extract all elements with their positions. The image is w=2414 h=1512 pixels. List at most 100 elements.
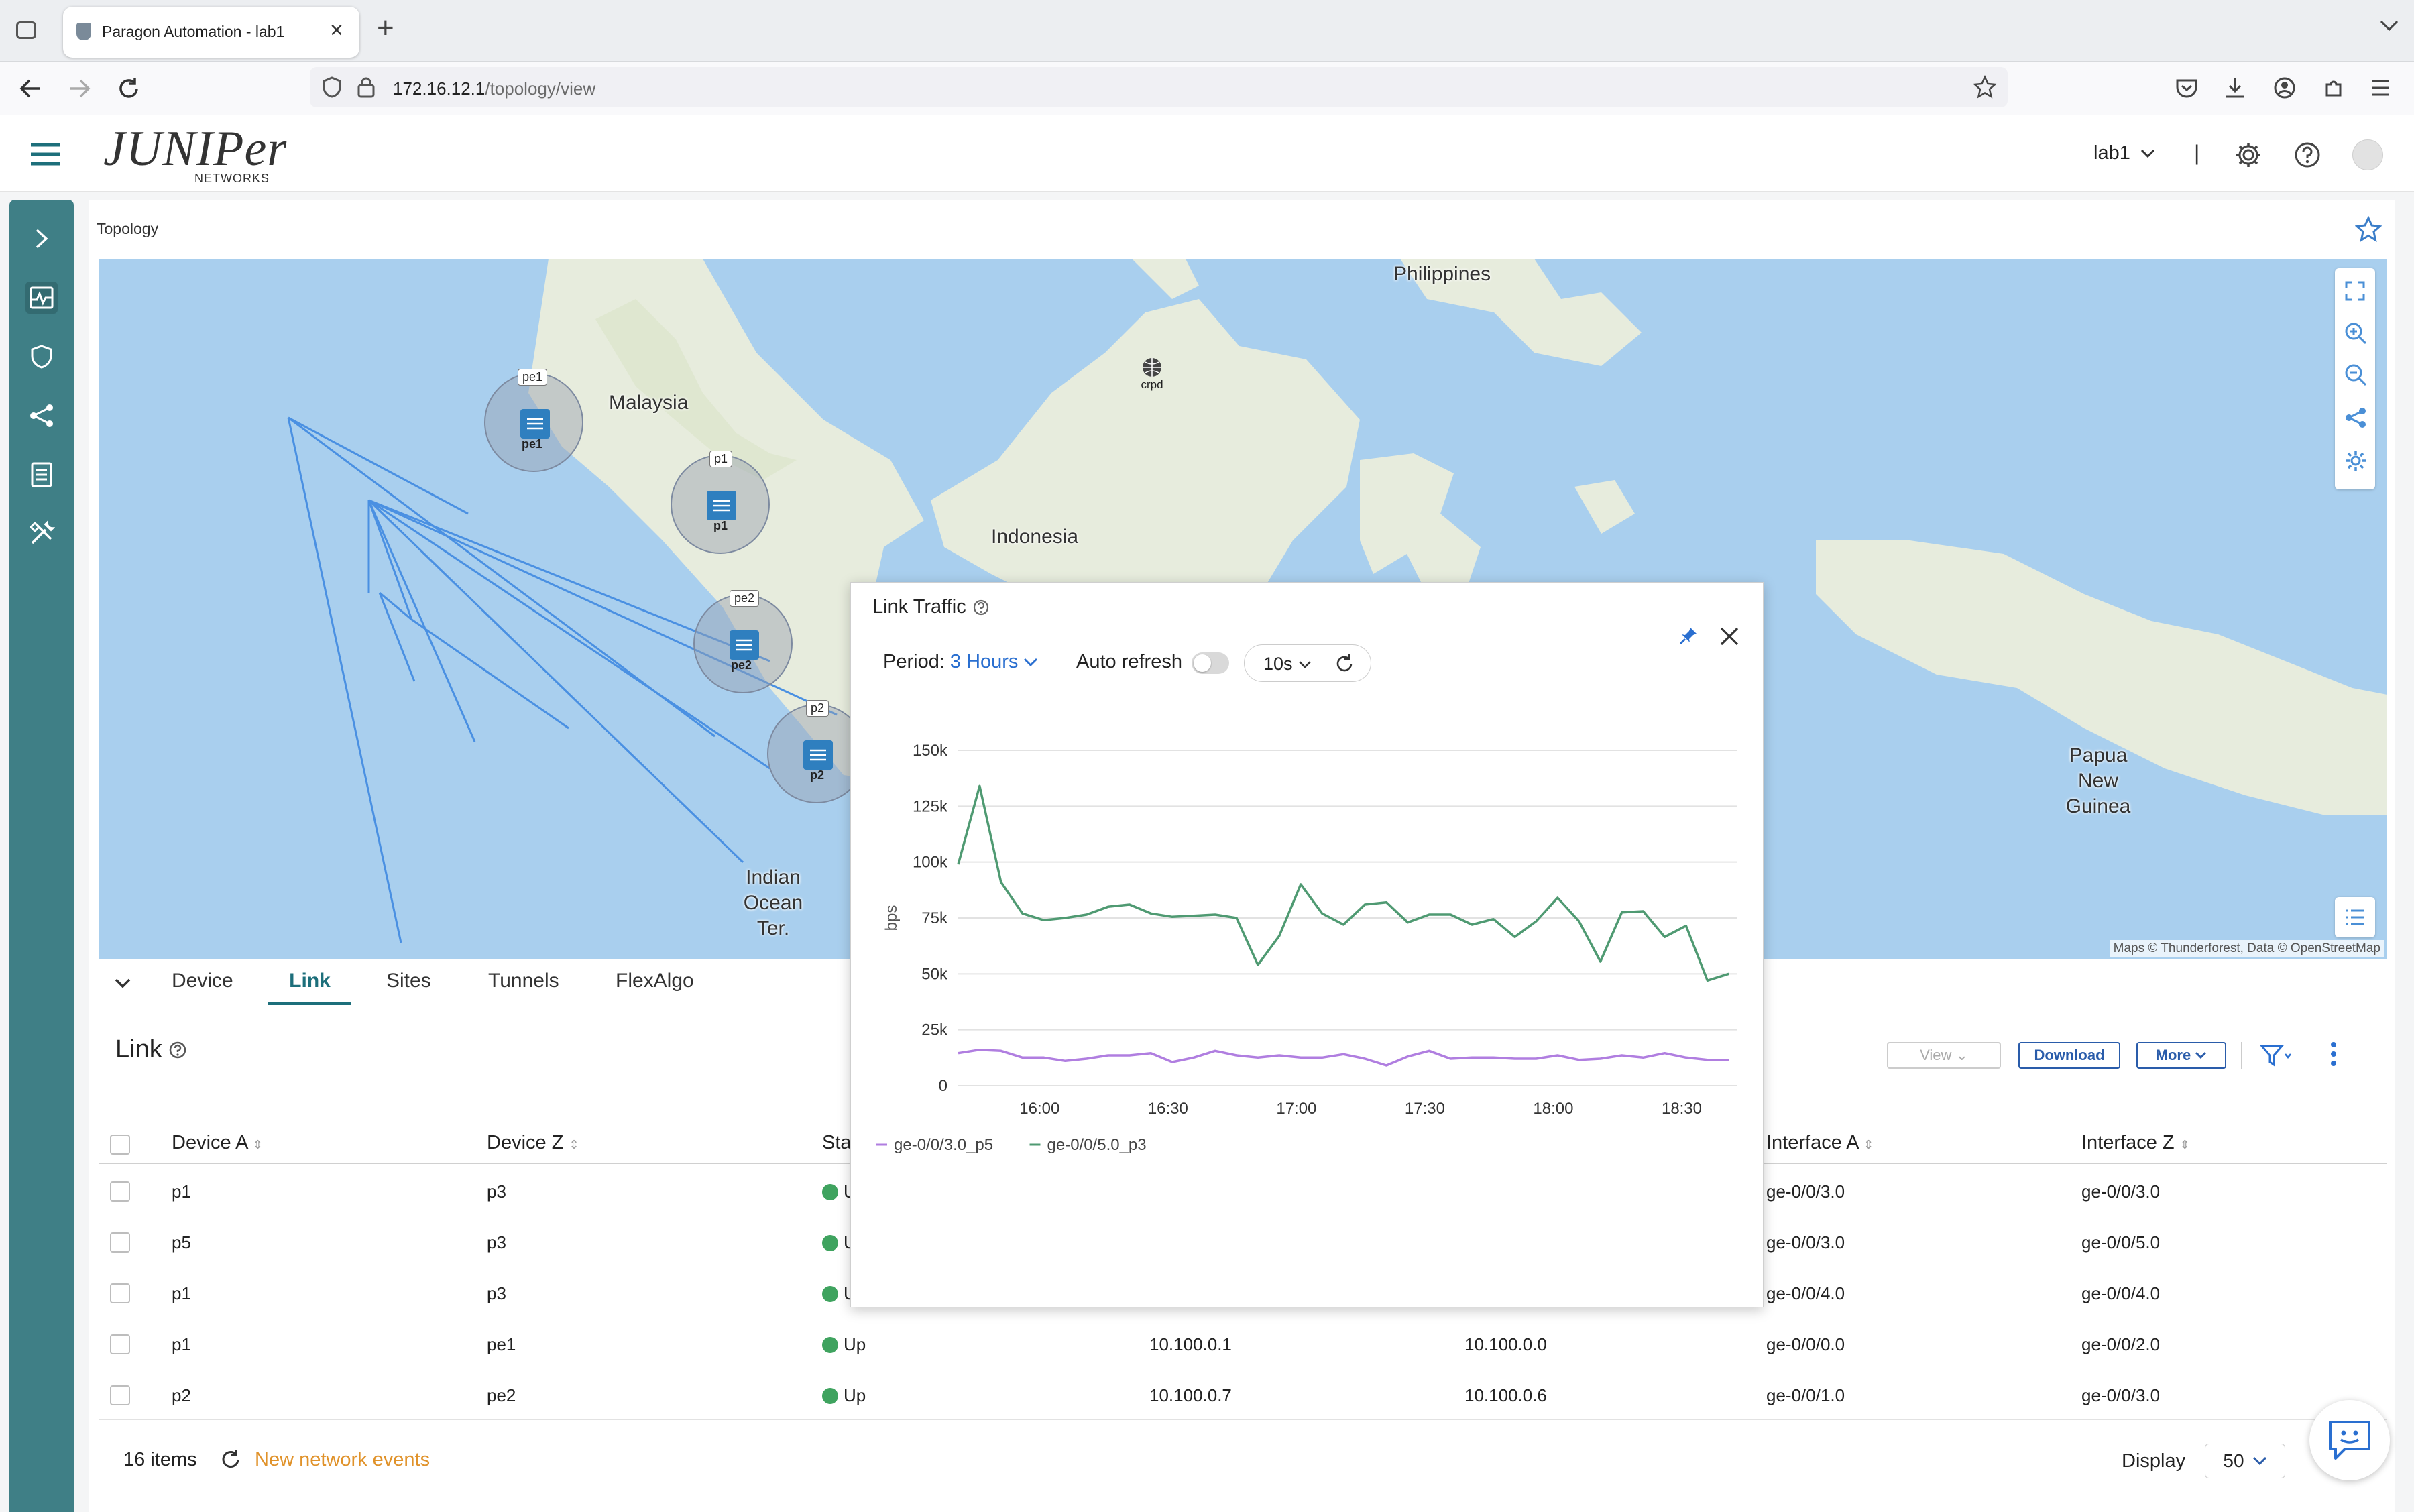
node-p1[interactable]: p1 p1 [671,451,770,554]
row-checkbox[interactable] [110,1283,130,1303]
column-header-interface-z[interactable]: Interface Z ⇕ [2081,1132,2190,1154]
cell-ip-z: 10.100.0.0 [1464,1334,1547,1354]
row-checkbox[interactable] [110,1232,130,1253]
row-checkbox[interactable] [110,1385,130,1405]
cell-device-a: p2 [172,1385,191,1405]
close-popup-icon[interactable] [1719,626,1740,647]
org-selector[interactable]: lab1 [2093,142,2156,164]
series-line [958,1048,1729,1067]
zoom-in-icon[interactable] [2344,322,2367,345]
expand-nav-chevron-icon[interactable] [25,223,58,255]
back-icon[interactable] [19,76,43,101]
tab-tunnels[interactable]: Tunnels [488,970,559,992]
new-tab-icon[interactable]: + [377,13,394,43]
monitor-dashboard-icon[interactable] [25,282,58,314]
bookmark-star-icon[interactable] [1973,75,1997,99]
chat-bot-icon [2329,1421,2370,1460]
security-shield-icon[interactable] [25,341,58,373]
kebab-menu-icon[interactable] [2330,1041,2338,1067]
map-label-indian-ocean: Indian Ocean Ter. [743,866,803,939]
collapse-panel-chevron-icon[interactable] [114,978,131,990]
refresh-interval-value: 10s [1263,654,1293,674]
traffic-chart[interactable]: 0 25k 50k 75k 100k 125k 150k bps 16:00 16:30 17:00… [851,690,1764,1186]
account-icon[interactable] [2273,76,2296,99]
favorite-star-icon[interactable] [2355,216,2382,243]
period-select[interactable]: 3 Hours [950,651,1039,673]
map-legend-list-icon[interactable] [2335,897,2375,937]
browser-tab[interactable]: Paragon Automation - lab1 × [63,7,359,58]
hamburger-menu-icon[interactable] [30,142,62,166]
help-icon[interactable] [169,1041,186,1059]
map-label-indonesia: Indonesia [991,526,1079,548]
more-button[interactable]: More [2136,1042,2226,1069]
table-row[interactable]: p1 pe1 Up 10.100.0.1 10.100.0.0 ge-0/0/0… [99,1318,2387,1369]
status-up-icon [822,1336,838,1353]
period-value: 3 Hours [950,651,1019,673]
tab-list-icon[interactable] [16,21,36,39]
display-count-value: 50 [2223,1450,2244,1471]
pocket-icon[interactable] [2175,78,2198,99]
refresh-icon[interactable] [220,1449,241,1470]
url-field[interactable]: 172.16.12.1/topology/view [310,67,2008,107]
column-header-status[interactable]: Sta [822,1132,852,1154]
pin-icon[interactable] [1678,626,1699,646]
column-header-interface-a[interactable]: Interface A ⇕ [1766,1132,1874,1154]
tab-flexalgo[interactable]: FlexAlgo [616,970,694,992]
reports-document-icon[interactable] [25,459,58,491]
chevron-down-icon [2195,1051,2207,1059]
router-icon [803,740,833,770]
tools-icon[interactable] [25,518,58,550]
settings-gear-icon[interactable] [2234,141,2262,169]
tab-link[interactable]: Link [268,970,351,1005]
x-tick-label: 17:00 [1276,1100,1316,1118]
row-checkbox[interactable] [110,1334,130,1354]
refresh-interval-select[interactable]: 10s [1263,654,1312,675]
app-header: JUNIPer NETWORKS lab1 | [0,115,2414,192]
y-tick-label: 25k [921,1021,948,1039]
help-icon[interactable] [2293,141,2321,169]
reload-icon[interactable] [117,76,141,101]
node-pe1[interactable]: pe1 pe1 [484,369,583,472]
user-avatar[interactable] [2352,139,2383,170]
new-network-events-link[interactable]: New network events [255,1449,430,1471]
tab-device[interactable]: Device [172,970,233,992]
display-count-select[interactable]: 50 [2205,1444,2285,1478]
topology-share-icon[interactable] [2344,406,2367,429]
node-pe2[interactable]: pe2 pe2 [693,590,793,693]
tab-overflow-chevron-icon[interactable] [2379,19,2399,32]
fullscreen-icon[interactable] [2344,280,2366,302]
node-crpd[interactable]: crpd [1137,357,1167,392]
auto-refresh-toggle[interactable] [1192,652,1229,674]
shield-icon[interactable] [322,76,342,98]
network-share-icon[interactable] [25,400,58,432]
url-text: 172.16.12.1/topology/view [393,78,595,99]
table-row[interactable]: p2 pe2 Up 10.100.0.7 10.100.0.6 ge-0/0/1… [99,1369,2387,1420]
cell-device-a: p1 [172,1283,191,1303]
tab-sites[interactable]: Sites [386,970,431,992]
period-control: Period: 3 Hours [883,651,1038,673]
cell-interface-a: ge-0/0/1.0 [1766,1385,1845,1405]
row-checkbox[interactable] [110,1181,130,1202]
lock-icon[interactable] [357,76,376,98]
map-settings-gear-icon[interactable] [2344,449,2367,472]
app-menu-icon[interactable] [2370,78,2391,98]
close-tab-icon[interactable]: × [330,19,343,42]
column-header-device-a[interactable]: Device A ⇕ [172,1132,263,1154]
extensions-icon[interactable] [2323,76,2346,99]
forward-icon[interactable] [67,76,91,101]
zoom-out-icon[interactable] [2344,363,2367,386]
manual-refresh-icon[interactable] [1334,654,1355,674]
y-tick-label: 150k [913,742,948,760]
filter-icon[interactable] [2260,1043,2293,1067]
download-button[interactable]: Download [2018,1042,2120,1069]
column-header-device-z[interactable]: Device Z ⇕ [487,1132,579,1154]
sort-icon: ⇕ [2179,1138,2190,1151]
select-all-checkbox[interactable] [110,1135,130,1155]
downloads-icon[interactable] [2224,76,2246,99]
series-line [957,784,1729,982]
url-path: /topology/view [485,78,596,99]
router-icon [520,409,550,439]
view-button[interactable]: View ⌄ [1887,1042,2001,1069]
help-icon[interactable] [973,599,989,616]
chat-assistant-button[interactable] [2309,1400,2390,1480]
